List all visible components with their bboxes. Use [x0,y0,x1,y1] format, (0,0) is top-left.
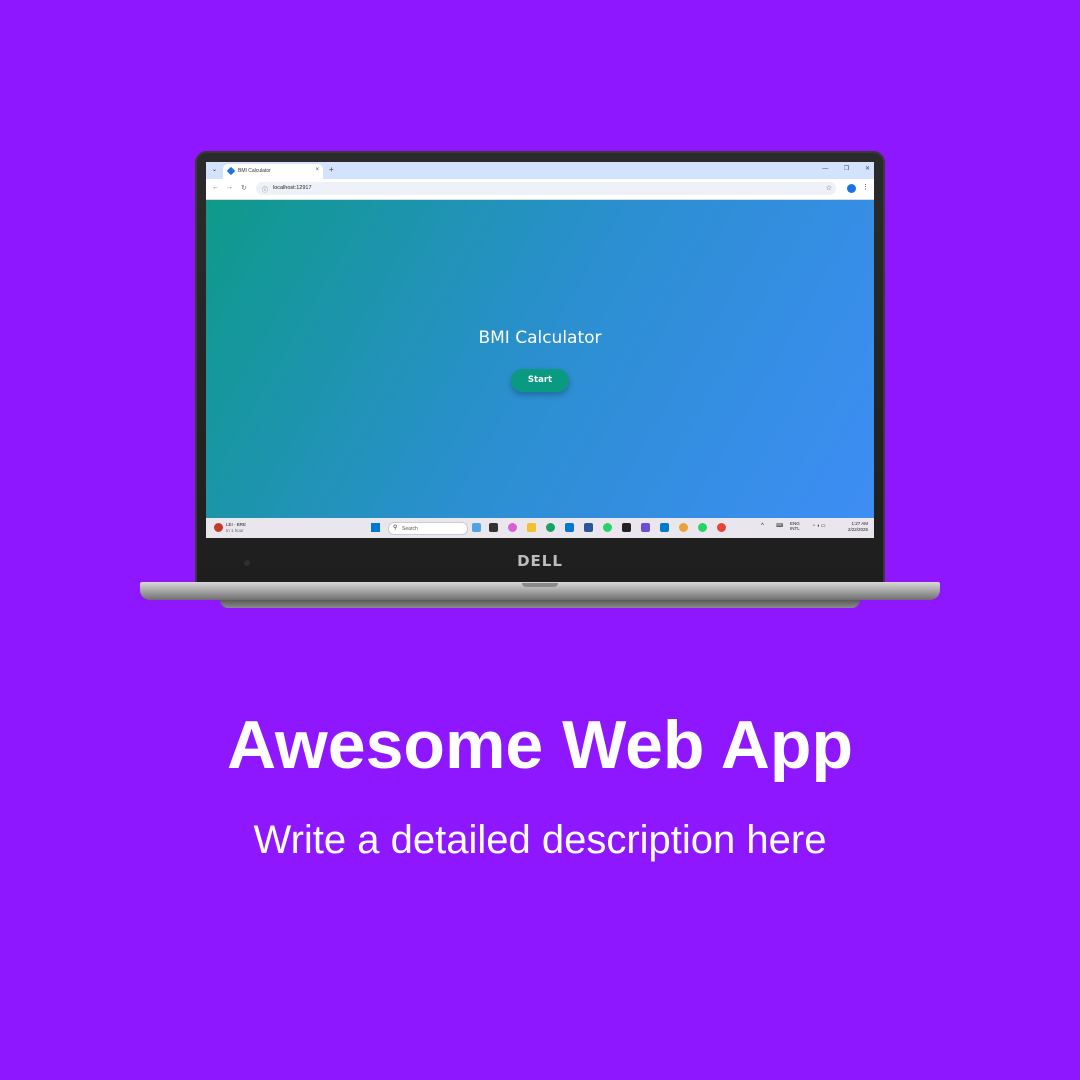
forward-icon[interactable]: → [226,184,233,191]
edge-icon[interactable] [546,523,555,532]
taskbar-search[interactable]: ⚲ Search [388,522,468,535]
file-explorer-icon[interactable] [527,523,536,532]
chevron-down-icon[interactable]: ⌄ [210,166,219,175]
close-icon[interactable]: × [315,167,319,173]
chrome-profile-icon[interactable] [679,523,688,532]
address-bar[interactable]: ⓘ localhost:12917 ☆ [256,182,836,195]
whatsapp-business-icon[interactable] [698,523,707,532]
tray-app-icon[interactable]: ⌨ [776,523,783,529]
app-icon[interactable] [641,523,650,532]
camera-icon [244,560,250,566]
laptop-brand-logo: DELL [517,552,563,570]
terminal-icon[interactable] [622,523,631,532]
start-button[interactable]: Start [511,369,569,392]
restore-icon[interactable]: ❐ [844,166,849,172]
chrome-icon[interactable] [717,523,726,532]
outlook-icon[interactable] [565,523,574,532]
windows-start-icon[interactable] [371,523,380,532]
close-window-icon[interactable]: ✕ [865,166,870,172]
profile-icon[interactable] [847,184,856,193]
description: Write a detailed description here [253,818,827,862]
chevron-up-icon[interactable]: ^ [761,523,764,529]
url-text: localhost:12917 [273,185,312,191]
laptop-hinge [522,583,558,587]
task-view-icon[interactable] [489,523,498,532]
clock[interactable]: 1:27 AM 2/22/2025 [848,521,868,533]
language-indicator[interactable]: ENG INTL [790,521,800,531]
search-icon: ⚲ [393,525,398,531]
browser-toolbar: ← → ↻ ⓘ localhost:12917 ☆ ⋮ [206,179,874,200]
browser-tab[interactable]: BMI Calculator × [223,164,323,179]
headline: Awesome Web App [227,707,853,783]
menu-icon[interactable]: ⋮ [862,183,869,191]
tab-title: BMI Calculator [238,168,271,174]
search-placeholder: Search [402,525,418,532]
reload-icon[interactable]: ↻ [241,184,247,192]
info-icon[interactable]: ⓘ [262,185,268,194]
plus-icon[interactable]: + [329,165,334,174]
web-page: BMI Calculator Start [206,200,874,518]
widgets-icon[interactable] [472,523,481,532]
app-title: BMI Calculator [478,328,602,348]
clock-date: 2/22/2025 [847,527,868,532]
laptop-base-bottom [220,600,860,608]
lang-bottom: INTL [790,526,800,531]
favicon-icon [226,166,236,176]
back-icon[interactable]: ← [212,184,219,191]
minimize-icon[interactable]: — [822,166,828,172]
wifi-volume-battery-icons[interactable]: ◔ ◑ ▭ [812,523,826,529]
weather-subtitle: In 1 hour [226,528,244,533]
window-controls: — ❐ ✕ [808,165,870,172]
weather-icon[interactable] [214,523,223,532]
star-icon[interactable]: ☆ [826,184,832,192]
copilot-icon[interactable] [508,523,517,532]
browser-tab-strip: ⌄ BMI Calculator × + — ❐ ✕ [206,162,874,179]
vscode-icon[interactable] [660,523,669,532]
laptop-screen: ⌄ BMI Calculator × + — ❐ ✕ ← → ↻ ⓘ local… [206,162,874,538]
taskbar: LEI - BRE In 1 hour ⚲ Search ^ ⌨ ENG INT… [206,518,874,538]
word-icon[interactable] [584,523,593,532]
whatsapp-icon[interactable] [603,523,612,532]
weather-title: LEI - BRE [226,522,247,527]
